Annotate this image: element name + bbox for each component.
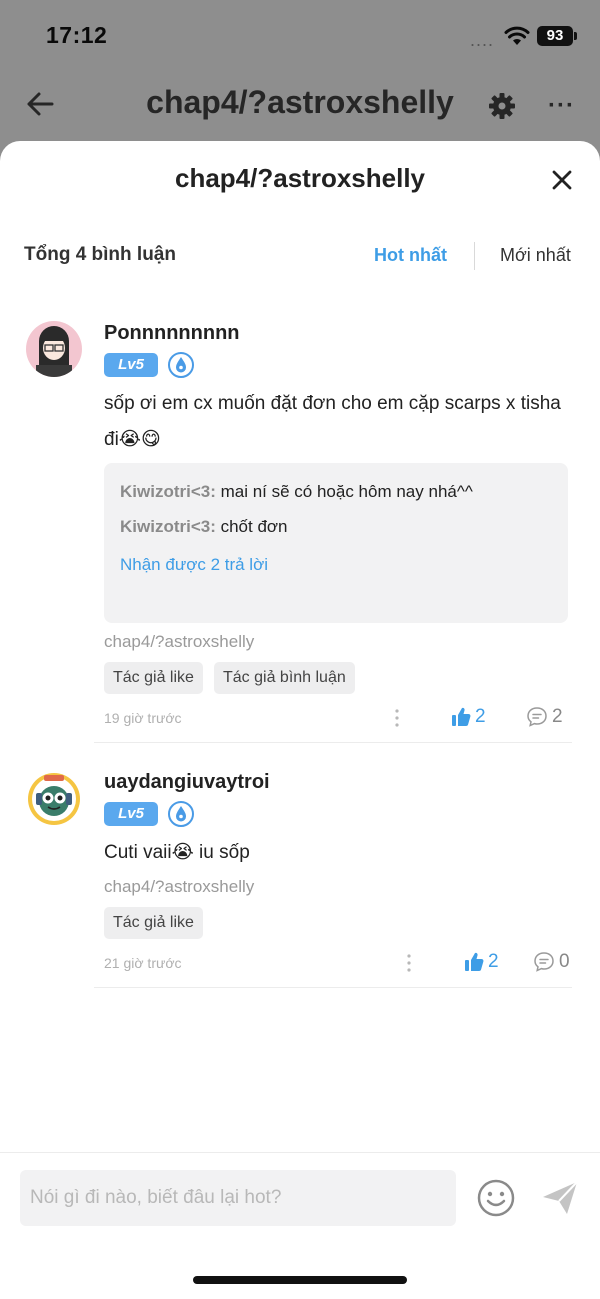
thumbs-up-icon — [465, 952, 484, 971]
status-bar: 17:12 .... 93 — [0, 0, 600, 70]
comment-username[interactable]: Ponnnnnnnnn — [104, 322, 240, 345]
home-indicator — [193, 1276, 407, 1284]
emoji-icon[interactable] — [476, 1178, 516, 1218]
comment-input[interactable] — [20, 1170, 456, 1226]
kebab-icon[interactable] — [405, 953, 413, 973]
reply-button[interactable]: 0 — [533, 951, 573, 975]
gear-icon[interactable] — [488, 92, 516, 120]
sort-hot-tab[interactable]: Hot nhất — [374, 245, 447, 266]
drop-badge-icon — [168, 352, 194, 378]
comment-text: Cuti vaii😭 iu sốp — [104, 842, 250, 863]
status-time: 17:12 — [46, 22, 108, 48]
comment-count: Tổng 4 bình luận — [24, 244, 176, 265]
send-icon[interactable] — [540, 1178, 580, 1218]
comment-time: 21 giờ trước — [104, 955, 182, 971]
avatar[interactable] — [26, 321, 82, 377]
reply-count: 2 — [552, 706, 563, 727]
level-badge: Lv5 — [104, 802, 158, 826]
kebab-icon[interactable] — [393, 708, 401, 728]
chapter-reference: chap4/?astroxshelly — [104, 632, 255, 651]
battery-indicator: 93 — [537, 26, 577, 46]
reply-item: Kiwizotri<3: mai ní sẽ có hoặc hôm nay n… — [120, 482, 473, 502]
signal-icon: .... — [470, 30, 495, 50]
comment-divider — [94, 742, 572, 743]
like-button[interactable]: 2 — [464, 951, 504, 975]
comment-bubble-icon — [534, 952, 554, 972]
sort-divider — [474, 242, 475, 270]
author-like-tag: Tác giả like — [104, 662, 203, 694]
reply-username[interactable]: Kiwizotri<3: — [120, 517, 216, 536]
reply-text: mai ní sẽ có hoặc hôm nay nhá^^ — [215, 482, 473, 501]
comment-username[interactable]: uaydangiuvaytroi — [104, 771, 270, 794]
like-count: 2 — [488, 951, 499, 972]
comment-bubble-icon — [527, 707, 547, 727]
sheet-title: chap4/?astroxshelly — [175, 163, 425, 193]
like-count: 2 — [475, 706, 486, 727]
reply-text: chốt đơn — [215, 517, 288, 536]
input-bar-divider — [0, 1152, 600, 1153]
author-like-tag: Tác giả like — [104, 907, 203, 939]
like-button[interactable]: 2 — [451, 706, 491, 730]
comment-time: 19 giờ trước — [104, 710, 182, 726]
thumbs-up-icon — [452, 707, 471, 726]
drop-badge-icon — [168, 801, 194, 827]
comment-text: sốp ơi em cx muốn đặt đơn cho em cặp sca… — [104, 393, 561, 450]
reply-username[interactable]: Kiwizotri<3: — [120, 482, 216, 501]
chapter-reference: chap4/?astroxshelly — [104, 877, 255, 896]
wifi-icon — [504, 26, 530, 45]
author-comment-tag: Tác giả bình luận — [214, 662, 355, 694]
level-badge: Lv5 — [104, 353, 158, 377]
comments-sheet: chap4/?astroxshelly Tổng 4 bình luận Hot… — [0, 141, 600, 1299]
more-icon[interactable]: ··· — [548, 92, 575, 120]
close-icon[interactable] — [549, 167, 575, 193]
reply-button[interactable]: 2 — [526, 706, 566, 730]
reply-preview-box[interactable]: Kiwizotri<3: mai ní sẽ có hoặc hôm nay n… — [104, 463, 568, 623]
view-replies-link[interactable]: Nhận được 2 trả lời — [120, 555, 268, 575]
avatar[interactable] — [26, 771, 82, 827]
sort-new-tab[interactable]: Mới nhất — [500, 245, 571, 266]
comment-divider — [94, 987, 572, 988]
reply-count: 0 — [559, 951, 570, 972]
reply-item: Kiwizotri<3: chốt đơn — [120, 517, 288, 537]
